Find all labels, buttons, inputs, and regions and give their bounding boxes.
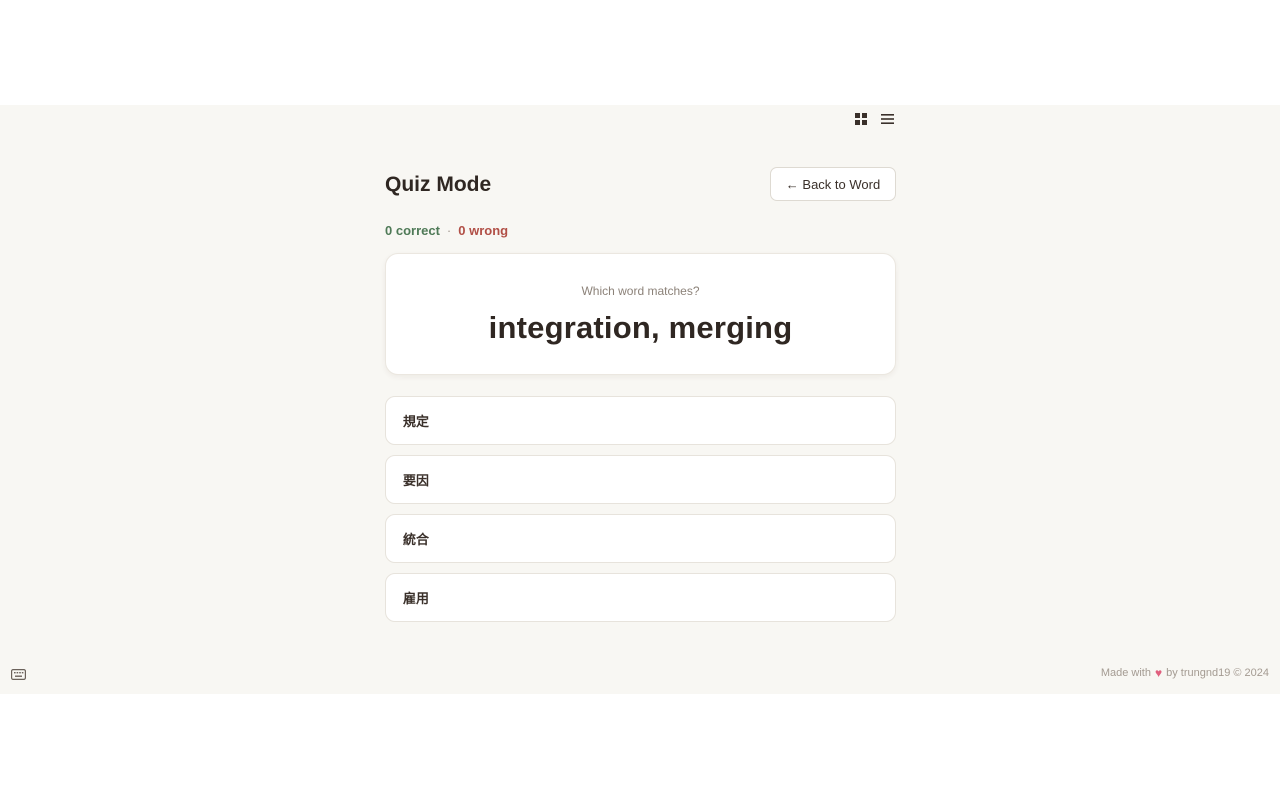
answer-option[interactable]: 規定 [385, 396, 896, 445]
view-toggle [853, 111, 895, 126]
heart-icon: ♥ [1154, 666, 1163, 680]
footer-made-with: Made with [1100, 667, 1151, 679]
answer-option[interactable]: 雇用 [385, 573, 896, 622]
wrong-count: 0 wrong [458, 222, 509, 238]
grid-icon [854, 112, 867, 125]
correct-count: 0 correct [385, 222, 440, 238]
grid-view-button[interactable] [853, 111, 868, 126]
quiz-header: Quiz Mode ← Back to Word [385, 167, 896, 201]
list-view-button[interactable] [880, 111, 895, 126]
footer: Made with ♥ by trungnd19 © 2024 [1101, 666, 1269, 680]
footer-credit: by trungnd19 © 2024 [1166, 667, 1269, 679]
page-title: Quiz Mode [385, 172, 492, 196]
answer-option[interactable]: 統合 [385, 514, 896, 563]
question-word: integration, merging [488, 310, 793, 345]
back-to-word-button[interactable]: ← Back to Word [770, 167, 896, 201]
score-separator: · [446, 222, 452, 238]
keyboard-icon [11, 669, 27, 681]
score-summary: 0 correct · 0 wrong [385, 222, 896, 238]
app-viewport: Quiz Mode ← Back to Word 0 correct · 0 w… [0, 105, 1280, 694]
quiz-container: Quiz Mode ← Back to Word 0 correct · 0 w… [385, 167, 896, 622]
answer-option[interactable]: 要因 [385, 455, 896, 504]
answer-options: 規定 要因 統合 雇用 [385, 396, 896, 622]
question-prompt: Which word matches? [581, 284, 700, 298]
list-icon [881, 113, 894, 124]
keyboard-shortcuts-button[interactable] [11, 667, 27, 681]
question-card: Which word matches? integration, merging [385, 253, 896, 375]
